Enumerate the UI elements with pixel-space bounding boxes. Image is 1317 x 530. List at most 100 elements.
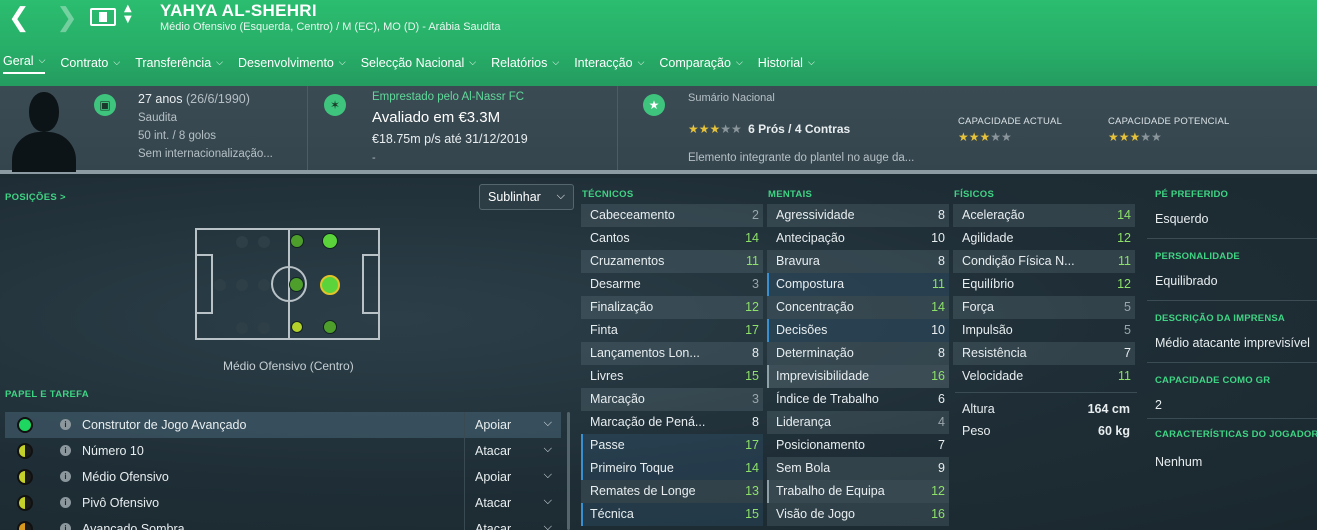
- role-row[interactable]: i Pivô Ofensivo Atacar ⌵: [5, 490, 561, 516]
- attribute-name: Resistência: [962, 346, 1027, 360]
- chevron-down-icon: ⌵: [637, 58, 645, 68]
- attribute-name: Liderança: [776, 415, 831, 429]
- attribute-value: 10: [931, 323, 945, 337]
- pitch-box-right: [362, 254, 380, 314]
- chevron-down-icon: ⌵: [543, 442, 552, 455]
- role-row[interactable]: i Avançado Sombra Atacar ⌵: [5, 516, 561, 530]
- tab-label: Selecção Nacional: [360, 56, 465, 70]
- tab-historial[interactable]: Historial ⌵: [758, 52, 815, 74]
- attribute-name: Concentração: [776, 300, 854, 314]
- info-icon[interactable]: i: [60, 523, 71, 530]
- tab-label: Comparação: [659, 56, 731, 70]
- duty-dropdown[interactable]: Apoiar ⌵: [464, 412, 562, 438]
- info-icon[interactable]: i: [60, 445, 71, 456]
- info-icon[interactable]: i: [60, 419, 71, 430]
- tab-interaccao[interactable]: Interacção ⌵: [574, 52, 644, 74]
- attribute-row: Finta 17: [581, 319, 763, 342]
- attribute-value: 12: [931, 484, 945, 498]
- positions-title: POSIÇÕES: [5, 192, 58, 203]
- pros-cons: 6 Prós / 4 Contras: [748, 122, 851, 136]
- dropdown-value: Sublinhar: [488, 190, 541, 204]
- role-name: Avançado Sombra: [82, 522, 185, 530]
- loan-club-link[interactable]: Emprestado pelo Al-Nassr FC: [372, 91, 524, 103]
- role-suitability-dot: [17, 443, 33, 459]
- kit-number-icon[interactable]: [90, 8, 116, 26]
- attribute-row: Determinação 8: [767, 342, 949, 365]
- attribute-name: Decisões: [776, 323, 828, 337]
- back-arrow-icon[interactable]: ❮: [8, 5, 30, 31]
- tab-contrato[interactable]: Contrato ⌵: [60, 52, 120, 74]
- attribute-value: 3: [752, 392, 759, 406]
- position-dot: [291, 321, 303, 333]
- potential-ability-label: CAPACIDADE POTENCIAL: [1108, 116, 1230, 127]
- attribute-name: Marcação de Pená...: [590, 415, 706, 429]
- info-icon[interactable]: i: [60, 497, 71, 508]
- duty-dropdown[interactable]: Atacar ⌵: [464, 516, 562, 530]
- highlight-dropdown[interactable]: Sublinhar ⌵: [479, 184, 574, 210]
- pitch-box-left: [195, 254, 213, 314]
- forward-arrow-icon[interactable]: ❯: [56, 5, 78, 31]
- tab-label: Historial: [757, 56, 803, 70]
- personality-label: PERSONALIDADE: [1155, 251, 1240, 262]
- star-badge-icon: ★: [643, 94, 665, 116]
- duty-dropdown[interactable]: Atacar ⌵: [464, 490, 562, 516]
- duty-dropdown[interactable]: Apoiar ⌵: [464, 464, 562, 490]
- attribute-row: Velocidade 11: [953, 365, 1135, 388]
- info-icon[interactable]: i: [60, 471, 71, 482]
- tab-seleccao-nacional[interactable]: Selecção Nacional ⌵: [361, 52, 476, 74]
- attribute-name: Cruzamentos: [590, 254, 665, 268]
- attribute-value: 8: [938, 346, 945, 360]
- position-dot: [214, 279, 226, 291]
- attribute-name: Sem Bola: [776, 461, 831, 475]
- attribute-value: 11: [932, 277, 945, 291]
- attribute-name: Finta: [590, 323, 618, 337]
- tab-desenvolvimento[interactable]: Desenvolvimento ⌵: [238, 52, 346, 74]
- chevron-down-icon: ⌵: [807, 58, 815, 68]
- duty-dropdown[interactable]: Atacar ⌵: [464, 438, 562, 464]
- attribute-row-key: Primeiro Toque 14: [581, 457, 763, 480]
- role-name: Construtor de Jogo Avançado: [82, 418, 247, 432]
- current-ability-label: CAPACIDADE ACTUAL: [958, 116, 1063, 127]
- attribute-value: 3: [752, 277, 759, 291]
- player-avatar: [10, 90, 78, 172]
- attribute-row: Índice de Trabalho 6: [767, 388, 949, 411]
- tab-relatorios[interactable]: Relatórios ⌵: [491, 52, 559, 74]
- tab-transferencia[interactable]: Transferência ⌵: [135, 52, 223, 74]
- attribute-value: 7: [938, 438, 945, 452]
- attribute-row: Sem Bola 9: [767, 457, 949, 480]
- prev-next-player-icon[interactable]: ▲ ▼: [124, 3, 136, 25]
- summary-text[interactable]: Elemento integrante do plantel no auge d…: [688, 152, 914, 164]
- media-description-label: DESCRIÇÃO DA IMPRENSA: [1155, 313, 1285, 324]
- attribute-name: Cabeceamento: [590, 208, 675, 222]
- role-row[interactable]: i Número 10 Atacar ⌵: [5, 438, 561, 464]
- tab-label: Interacção: [574, 56, 633, 70]
- attribute-name: Força: [962, 300, 994, 314]
- header-bar: ❮ ❯ ▲ ▼ YAHYA AL-SHEHRI Médio Ofensivo (E…: [0, 0, 1317, 86]
- media-description-value: Médio atacante imprevisível: [1155, 336, 1310, 350]
- summary-stars: ★★★★★: [688, 122, 742, 136]
- position-dot-m-left: [290, 234, 304, 248]
- attribute-name: Velocidade: [962, 369, 1024, 383]
- role-row[interactable]: i Construtor de Jogo Avançado Apoiar ⌵: [5, 412, 561, 438]
- attribute-name: Índice de Trabalho: [776, 392, 879, 406]
- attribute-value: 10: [931, 231, 945, 245]
- attribute-row: Marcação 3: [581, 388, 763, 411]
- attribute-name: Antecipação: [776, 231, 845, 245]
- positions-label[interactable]: POSIÇÕES >: [5, 192, 66, 203]
- role-row[interactable]: i Médio Ofensivo Apoiar ⌵: [5, 464, 561, 490]
- attribute-name: Trabalho de Equipa: [776, 484, 885, 498]
- attribute-name: Visão de Jogo: [776, 507, 855, 521]
- tab-comparacao[interactable]: Comparação ⌵: [659, 52, 742, 74]
- attribute-row: Resistência 7: [953, 342, 1135, 365]
- roles-scrollbar[interactable]: [567, 412, 570, 530]
- nationality: Saudita: [138, 112, 178, 124]
- tab-geral[interactable]: Geral ⌵: [3, 52, 46, 74]
- position-dot: [323, 320, 337, 334]
- role-suitability-dot: [17, 469, 33, 485]
- chevron-down-icon: ⌵: [556, 189, 565, 202]
- attribute-value: 14: [745, 231, 759, 245]
- international-status[interactable]: Sem internacionalização...: [138, 148, 273, 160]
- weight-value: 60 kg: [1098, 424, 1130, 438]
- extra-info: -: [372, 152, 376, 164]
- chevron-down-icon: ⌵: [338, 58, 346, 68]
